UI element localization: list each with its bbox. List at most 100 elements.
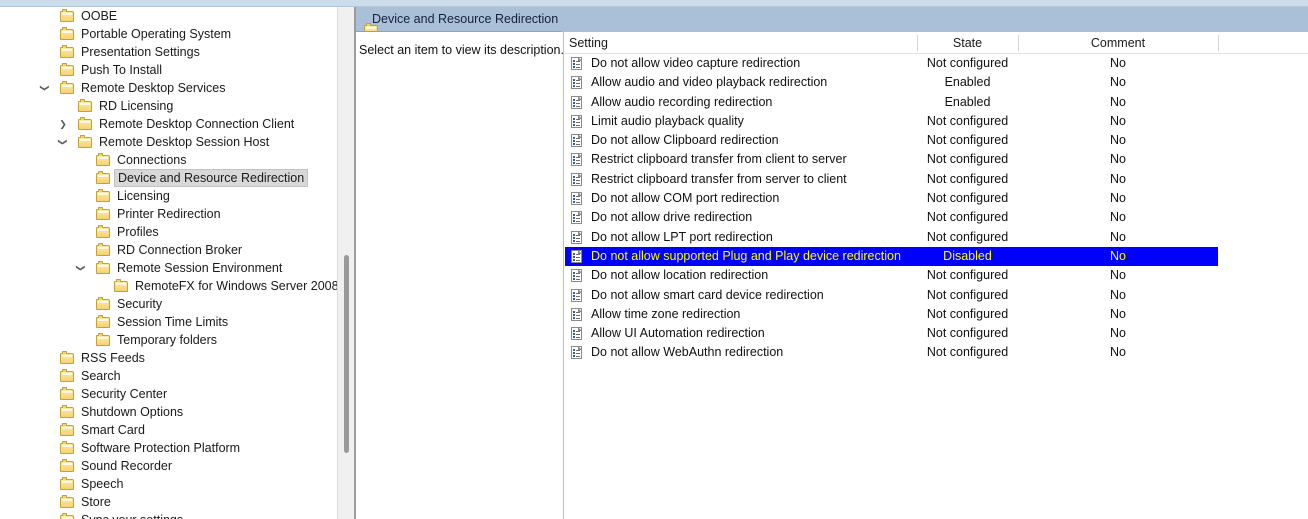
tree-item-smart-card[interactable]: Smart Card: [0, 421, 337, 439]
tree-item-push-to-install[interactable]: Push To Install: [0, 61, 337, 79]
tree-item-shutdown-options[interactable]: Shutdown Options: [0, 403, 337, 421]
table-row[interactable]: Allow UI Automation redirection Not confi…: [565, 324, 1308, 343]
tree-item-label: Remote Desktop Connection Client: [99, 117, 295, 131]
table-row[interactable]: Do not allow COM port redirection Not con…: [565, 189, 1308, 208]
tree-item-remote-session-environment[interactable]: ❯ Remote Session Environment: [0, 259, 337, 277]
table-row[interactable]: Restrict clipboard transfer from server …: [565, 170, 1308, 189]
cell-state: Enabled: [944, 75, 991, 90]
cell-state: Not configured: [926, 345, 1009, 360]
policy-setting-icon: [571, 269, 582, 283]
folder-icon: [60, 45, 75, 59]
cell-setting: Restrict clipboard transfer from client …: [591, 152, 847, 167]
tree-item-oobe[interactable]: OOBE: [0, 7, 337, 25]
tree-vertical-scrollbar[interactable]: [337, 7, 354, 519]
column-divider-1[interactable]: [1018, 35, 1019, 51]
cell-state: Not configured: [926, 326, 1009, 341]
cell-comment: No: [1110, 94, 1126, 109]
description-text: Select an item to view its description.: [359, 43, 564, 57]
tree-item-software-protection-platform[interactable]: Software Protection Platform: [0, 439, 337, 457]
column-header-state[interactable]: State: [917, 32, 1018, 54]
chevron-down-icon[interactable]: ❯: [36, 81, 54, 95]
policy-setting-icon: [571, 95, 582, 109]
column-header-setting[interactable]: Setting: [569, 32, 917, 54]
policy-setting-icon: [571, 114, 582, 128]
tree-item-licensing[interactable]: Licensing: [0, 187, 337, 205]
cell-comment: No: [1110, 152, 1126, 167]
tree-item-security[interactable]: Security: [0, 295, 337, 313]
tree-item-label: Sound Recorder: [81, 459, 173, 473]
cell-setting: Do not allow drive redirection: [591, 210, 753, 225]
column-divider-2[interactable]: [1218, 35, 1219, 51]
folder-icon: [96, 333, 111, 347]
table-row[interactable]: Allow time zone redirection Not configure…: [565, 305, 1308, 324]
settings-listview[interactable]: Setting State Comment Do not allow video c…: [565, 32, 1308, 519]
cell-setting: Do not allow LPT port redirection: [591, 229, 773, 244]
table-row[interactable]: Restrict clipboard transfer from client …: [565, 150, 1308, 169]
cell-comment: No: [1110, 345, 1126, 360]
folder-icon: [60, 27, 75, 41]
chevron-right-icon[interactable]: ❯: [56, 115, 70, 133]
tree-item-rd-connection-broker[interactable]: RD Connection Broker: [0, 241, 337, 259]
tree-item-session-time-limits[interactable]: Session Time Limits: [0, 313, 337, 331]
tab-device-and-resource-redirection[interactable]: Device and Resource Redirection: [356, 7, 569, 36]
tree-item-label: Sync your settings: [81, 511, 183, 519]
table-row[interactable]: Do not allow LPT port redirection Not con…: [565, 228, 1308, 247]
cell-comment: No: [1110, 287, 1126, 302]
policy-tree-pane[interactable]: OOBE Portable Operating System Presentatio…: [0, 7, 337, 519]
cell-comment: No: [1110, 326, 1126, 341]
tree-item-speech[interactable]: Speech: [0, 475, 337, 493]
listview-header[interactable]: Setting State Comment: [565, 32, 1308, 54]
tree-item-label: Software Protection Platform: [81, 441, 241, 455]
tree-item-remote-desktop-connection-client[interactable]: ❯ Remote Desktop Connection Client: [0, 115, 337, 133]
table-row[interactable]: Do not allow WebAuthn redirection Not con…: [565, 343, 1308, 362]
tree-item-label: Temporary folders: [117, 333, 218, 347]
column-divider-0[interactable]: [917, 35, 918, 51]
tree-item-temporary-folders[interactable]: Temporary folders: [0, 331, 337, 349]
tree-item-label: Push To Install: [81, 63, 163, 77]
settings-pane: Device and Resource Redirection Select a…: [356, 7, 1308, 519]
tree-item-security-center[interactable]: Security Center: [0, 385, 337, 403]
tree-item-sync-your-settings[interactable]: Sync your settings: [0, 511, 337, 519]
policy-setting-icon: [571, 57, 582, 70]
table-row[interactable]: Do not allow Clipboard redirection Not co…: [565, 131, 1308, 150]
table-row[interactable]: Allow audio and video playback redirecti…: [565, 73, 1308, 92]
table-row[interactable]: Allow audio recording redirection Enabled…: [565, 93, 1308, 112]
chevron-down-icon[interactable]: ❯: [54, 135, 72, 149]
cell-state: Not configured: [926, 152, 1009, 167]
table-row[interactable]: Do not allow smart card device redirecti…: [565, 286, 1308, 305]
tree-item-portable-operating-system[interactable]: Portable Operating System: [0, 25, 337, 43]
cell-comment: No: [1110, 229, 1126, 244]
table-row[interactable]: Limit audio playback quality Not configur…: [565, 112, 1308, 131]
tree-item-store[interactable]: Store: [0, 493, 337, 511]
tree-item-label: Profiles: [117, 225, 159, 239]
tree-item-sound-recorder[interactable]: Sound Recorder: [0, 457, 337, 475]
table-row[interactable]: Do not allow location redirection Not con…: [565, 266, 1308, 285]
tree-scrollbar-thumb[interactable]: [344, 255, 349, 453]
tree-item-device-and-resource-redirection[interactable]: Device and Resource Redirection: [0, 169, 337, 187]
tree-item-label: Security Center: [81, 387, 168, 401]
cell-comment: No: [1110, 268, 1126, 283]
tree-item-label: Device and Resource Redirection: [114, 169, 309, 187]
listview-rows[interactable]: Do not allow video capture redirection No…: [565, 54, 1308, 363]
tree-item-remote-desktop-session-host[interactable]: ❯ Remote Desktop Session Host: [0, 133, 337, 151]
tree-item-profiles[interactable]: Profiles: [0, 223, 337, 241]
tree-item-connections[interactable]: Connections: [0, 151, 337, 169]
tree-item-rss-feeds[interactable]: RSS Feeds: [0, 349, 337, 367]
tree-item-remotefx-for-windows-server-2008[interactable]: RemoteFX for Windows Server 2008: [0, 277, 337, 295]
folder-icon: [60, 441, 75, 455]
table-row[interactable]: Do not allow video capture redirection No…: [565, 54, 1308, 73]
tree-item-presentation-settings[interactable]: Presentation Settings: [0, 43, 337, 61]
tree-item-printer-redirection[interactable]: Printer Redirection: [0, 205, 337, 223]
cell-setting: Do not allow supported Plug and Play dev…: [591, 248, 901, 263]
cell-setting: Do not allow WebAuthn redirection: [591, 345, 784, 360]
chevron-down-icon[interactable]: ❯: [72, 261, 90, 275]
tree-item-search[interactable]: Search: [0, 367, 337, 385]
table-row[interactable]: Do not allow supported Plug and Play dev…: [565, 246, 1218, 267]
folder-icon: [60, 351, 75, 365]
table-row[interactable]: Do not allow drive redirection Not config…: [565, 208, 1308, 227]
column-header-comment[interactable]: Comment: [1018, 32, 1218, 54]
tree-item-rd-licensing[interactable]: RD Licensing: [0, 97, 337, 115]
tree-item-label: Smart Card: [81, 423, 145, 437]
tree-item-remote-desktop-services[interactable]: ❯ Remote Desktop Services: [0, 79, 337, 97]
cell-state: Not configured: [926, 306, 1009, 321]
